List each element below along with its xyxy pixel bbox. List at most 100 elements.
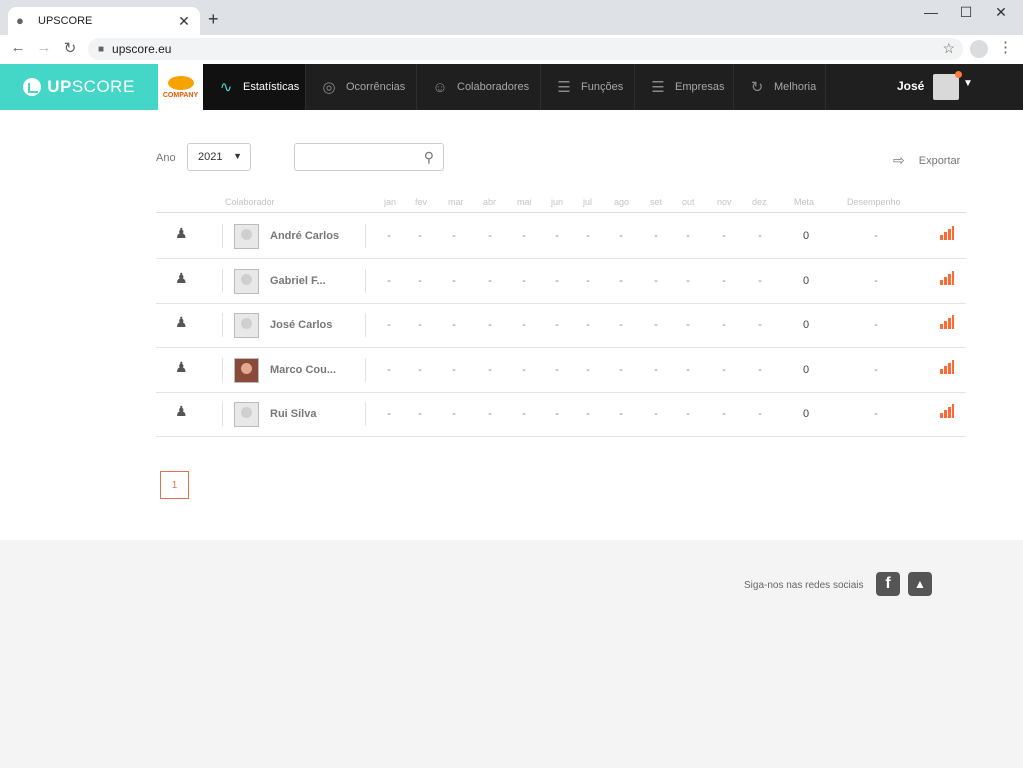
desempenho-value: -	[874, 319, 878, 331]
desempenho-value: -	[874, 274, 878, 287]
th-mar: mar	[448, 197, 464, 207]
table-row[interactable]: ♟ José Carlos - - - - - - - - - - - - 0 -	[156, 303, 966, 348]
browser-menu-icon[interactable]: ⋮	[998, 38, 1013, 56]
minimize-icon[interactable]: —	[916, 4, 946, 20]
forward-icon[interactable]: →	[34, 39, 54, 56]
omnibox[interactable]: ■ upscore.eu ☆	[88, 38, 963, 60]
globe-icon: ●	[16, 13, 24, 28]
browser-tab[interactable]: ● UPSCORE ✕	[8, 7, 200, 35]
month-value: -	[387, 319, 391, 331]
th-jan: jan	[384, 197, 397, 207]
person-icon[interactable]: ♟	[175, 359, 188, 376]
nav-estatisticas[interactable]: ∿ Estatísticas	[203, 64, 306, 110]
employee-name[interactable]: Marco Cou...	[270, 364, 336, 376]
month-value: -	[686, 363, 690, 376]
avatar	[234, 224, 259, 249]
month-value: -	[654, 319, 658, 331]
brand-logo[interactable]: UP SCORE	[0, 64, 158, 110]
search-icon[interactable]: ⚲	[424, 149, 434, 166]
bar-chart-icon[interactable]	[940, 315, 954, 329]
person-icon[interactable]: ♟	[175, 270, 188, 287]
nav-melhoria[interactable]: ↻ Melhoria	[734, 64, 826, 110]
person-icon[interactable]: ♟	[175, 314, 188, 331]
app-navbar: UP SCORE COMPANY ∿ Estatísticas ◎ Ocorrên…	[0, 64, 1023, 110]
user-name[interactable]: José	[897, 79, 924, 93]
company-logo[interactable]: COMPANY	[158, 64, 203, 110]
logo-icon	[23, 78, 42, 96]
bar-chart-icon[interactable]	[940, 270, 954, 285]
search-input[interactable]: ⚲	[294, 143, 444, 171]
meta-value: 0	[802, 408, 810, 420]
month-value: -	[488, 408, 492, 420]
star-icon[interactable]: ☆	[942, 40, 955, 57]
th-abr: abr	[483, 197, 497, 207]
year-select[interactable]: 2021 ▼	[187, 143, 251, 171]
person-icon[interactable]: ♟	[175, 225, 188, 242]
page-1-button[interactable]: 1	[160, 471, 189, 499]
month-value: -	[758, 230, 762, 242]
lock-icon: ■	[98, 43, 105, 55]
employee-name[interactable]: André Carlos	[270, 230, 339, 242]
month-value: -	[619, 319, 623, 331]
maximize-icon[interactable]: ☐	[951, 4, 981, 21]
month-value: -	[686, 274, 690, 287]
month-value: -	[555, 408, 559, 420]
table-row[interactable]: ♟ André Carlos - - - - - - - - - - - - 0 -	[156, 214, 966, 259]
month-value: -	[586, 408, 590, 420]
divider	[365, 402, 366, 426]
new-tab-icon[interactable]: +	[208, 9, 219, 30]
footer: Siga-nos nas redes sociais f ▲	[0, 540, 1023, 768]
nav-funcoes[interactable]: ☰ Funções	[541, 64, 635, 110]
export-button[interactable]: ⇨ Exportar	[893, 152, 960, 169]
employee-name[interactable]: Gabriel F...	[270, 275, 326, 287]
nav-colaboradores[interactable]: ☺ Colaboradores	[417, 64, 541, 110]
avatar	[234, 268, 259, 294]
window-close-icon[interactable]: ✕	[986, 4, 1016, 21]
table-row[interactable]: ♟ Gabriel F... - - - - - - - - - - - - 0 -	[156, 259, 966, 304]
close-icon[interactable]: ✕	[176, 13, 192, 30]
chevron-down-icon[interactable]: ▼	[963, 78, 973, 89]
nav-label: Colaboradores	[457, 81, 530, 93]
table-row[interactable]: ♟ Marco Cou... - - - - - - - - - - - - 0 -	[156, 348, 966, 393]
month-value: -	[654, 230, 658, 242]
month-value: -	[758, 319, 762, 331]
avatar	[234, 402, 259, 427]
bar-chart-icon[interactable]	[940, 359, 954, 374]
avatar[interactable]	[933, 74, 959, 100]
month-value: -	[418, 274, 422, 287]
company-logo-shape	[167, 75, 194, 90]
back-icon[interactable]: ←	[8, 39, 28, 56]
desempenho-value: -	[874, 408, 878, 420]
bar-chart-icon[interactable]	[940, 226, 954, 240]
th-meta: Meta	[794, 197, 815, 207]
month-value: -	[488, 230, 492, 242]
browser-profile-icon[interactable]	[970, 40, 988, 58]
caret-down-icon: ▼	[233, 151, 242, 161]
reload-icon[interactable]: ↻	[60, 39, 80, 57]
nav-ocorrencias[interactable]: ◎ Ocorrências	[306, 64, 417, 110]
twitter-icon[interactable]: ▲	[908, 572, 932, 596]
person-icon[interactable]: ♟	[175, 403, 188, 420]
bar-chart-icon[interactable]	[940, 404, 954, 418]
th-mai: mai	[517, 197, 532, 207]
brand-text-score: SCORE	[71, 77, 135, 96]
month-value: -	[418, 230, 422, 242]
social-label: Siga-nos nas redes sociais	[744, 580, 864, 591]
month-value: -	[452, 274, 456, 287]
facebook-icon[interactable]: f	[876, 572, 900, 596]
url-text: upscore.eu	[112, 42, 172, 56]
th-jun: jun	[551, 197, 564, 207]
month-value: -	[619, 408, 623, 420]
month-value: -	[418, 363, 422, 376]
employee-name[interactable]: José Carlos	[270, 319, 332, 331]
export-label: Exportar	[918, 154, 961, 167]
divider	[222, 357, 223, 382]
employee-name[interactable]: Rui Silva	[270, 408, 316, 420]
month-value: -	[418, 319, 422, 331]
address-bar-row: ← → ↻ ■ upscore.eu ☆	[0, 35, 1023, 64]
month-value: -	[452, 230, 456, 242]
nav-empresas[interactable]: ☰ Empresas	[635, 64, 734, 110]
table-row[interactable]: ♟ Rui Silva - - - - - - - - - - - - 0 -	[156, 392, 966, 437]
month-value: -	[686, 230, 690, 242]
divider	[365, 313, 366, 337]
